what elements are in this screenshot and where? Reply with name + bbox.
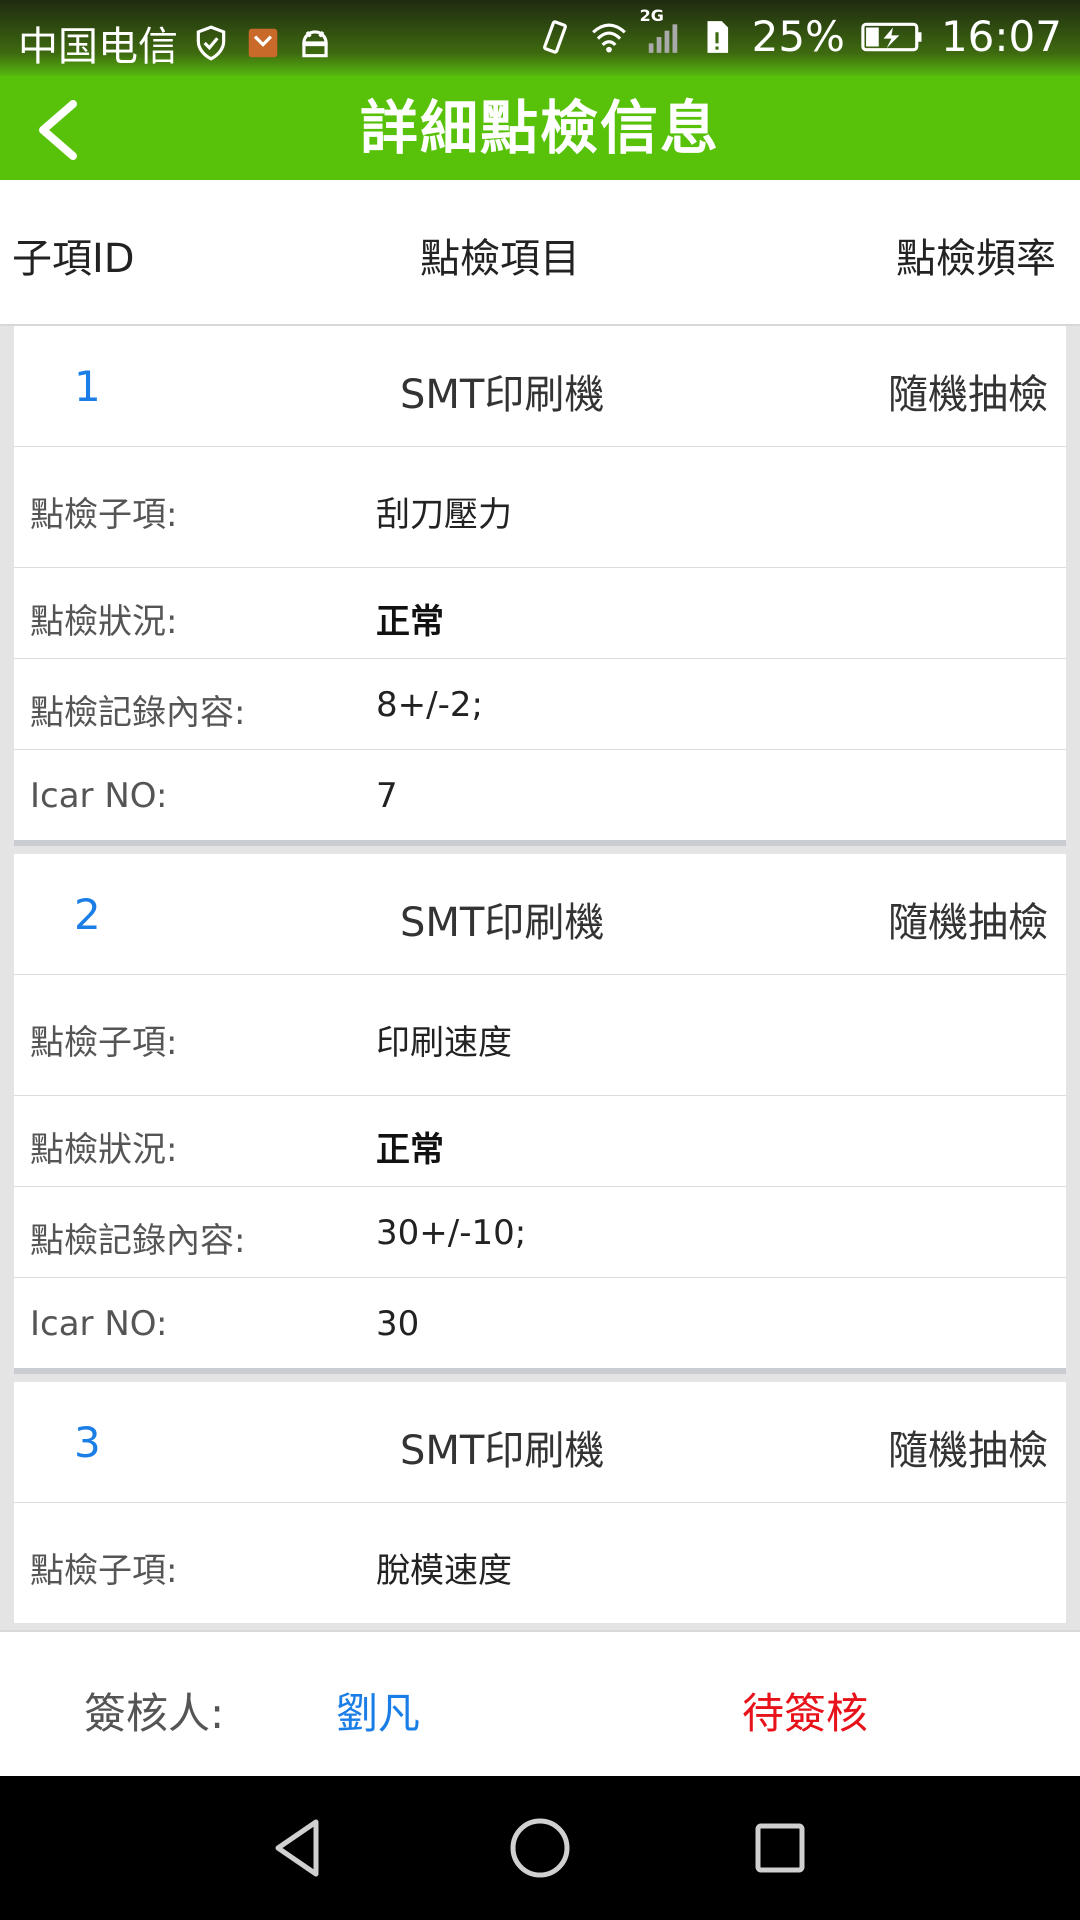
column-header-item: 點檢項目 [420, 236, 580, 282]
chevron-left-icon [35, 100, 81, 160]
signal-icon: 2G [640, 6, 682, 56]
card-divider [14, 1368, 1066, 1374]
record-label: 點檢記錄內容: [30, 1221, 246, 1261]
status-value: 正常 [376, 602, 444, 642]
status-label: 點檢狀況: [30, 602, 178, 642]
sub-item-row: 點檢子項: 刮刀壓力 [14, 447, 1066, 568]
inspection-card[interactable]: 2 SMT印刷機 隨機抽檢 點檢子項: 印刷速度 點檢狀況: 正常 點檢記錄內容… [14, 854, 1066, 1374]
status-row: 點檢狀況: 正常 [14, 1096, 1066, 1187]
sub-item-row: 點檢子項: 印刷速度 [14, 975, 1066, 1096]
record-row: 點檢記錄內容: 30+/-10; [14, 1187, 1066, 1278]
status-clock: 16:07 [940, 12, 1062, 61]
page-title: 詳細點檢信息 [359, 94, 720, 162]
record-id: 3 [74, 1418, 101, 1467]
status-bar: 中国电信 2G 25% 16:07 [0, 0, 1080, 76]
column-header-id: 子項ID [12, 236, 135, 282]
record-value: 8+/-2; [376, 685, 483, 725]
sim-icon [698, 18, 736, 56]
approver-label: 簽核人: [84, 1689, 225, 1738]
square-recent-icon [744, 1812, 816, 1884]
network-badge: 2G [639, 5, 664, 25]
battery-percent: 25% [751, 12, 845, 61]
record-item: SMT印刷機 [400, 900, 605, 946]
column-header: 子項ID 點檢項目 點檢頻率 [0, 180, 1080, 326]
triangle-back-icon [264, 1812, 336, 1884]
app-bar: 詳細點檢信息 [0, 76, 1080, 180]
sub-item-value: 印刷速度 [376, 1023, 512, 1063]
sub-item-value: 刮刀壓力 [376, 495, 512, 535]
icar-row: Icar NO: 30 [14, 1278, 1066, 1368]
record-item: SMT印刷機 [400, 1428, 605, 1474]
record-item: SMT印刷機 [400, 372, 605, 418]
card-header: 1 SMT印刷機 隨機抽檢 [14, 326, 1066, 447]
record-row: 點檢記錄內容: 8+/-2; [14, 659, 1066, 750]
approval-footer: 簽核人: 劉凡 待簽核 [0, 1630, 1080, 1778]
nav-recent-button[interactable] [744, 1812, 816, 1884]
sub-item-label: 點檢子項: [30, 495, 178, 535]
icar-value: 7 [376, 776, 398, 816]
sub-item-row: 點檢子項: 脫模速度 [14, 1503, 1066, 1623]
sub-item-label: 點檢子項: [30, 1551, 178, 1591]
approver-name[interactable]: 劉凡 [336, 1680, 420, 1741]
approval-status[interactable]: 待簽核 [742, 1680, 868, 1741]
status-label: 點檢狀況: [30, 1130, 178, 1170]
battery-charging-icon [861, 18, 925, 56]
icar-label: Icar NO: [30, 776, 168, 816]
column-header-frequency: 點檢頻率 [896, 236, 1056, 282]
status-bar-left: 中国电信 [18, 14, 334, 72]
icar-value: 30 [376, 1304, 420, 1344]
nav-back-button[interactable] [264, 1812, 336, 1884]
card-divider [14, 840, 1066, 846]
status-value: 正常 [376, 1130, 444, 1170]
record-id: 2 [74, 890, 101, 939]
vibrate-icon [536, 18, 574, 56]
back-button[interactable] [18, 90, 98, 170]
inspection-card[interactable]: 1 SMT印刷機 隨機抽檢 點檢子項: 刮刀壓力 點檢狀況: 正常 點檢記錄內容… [14, 326, 1066, 846]
nav-home-button[interactable] [504, 1812, 576, 1884]
card-header: 2 SMT印刷機 隨機抽檢 [14, 854, 1066, 975]
sub-item-label: 點檢子項: [30, 1023, 178, 1063]
wifi-icon [590, 18, 628, 56]
record-frequency: 隨機抽檢 [888, 1428, 1048, 1474]
record-frequency: 隨機抽檢 [888, 372, 1048, 418]
record-label: 點檢記錄內容: [30, 693, 246, 733]
app-notification-icon [244, 24, 282, 62]
inspection-list[interactable]: 1 SMT印刷機 隨機抽檢 點檢子項: 刮刀壓力 點檢狀況: 正常 點檢記錄內容… [0, 326, 1080, 1630]
record-id: 1 [74, 362, 101, 411]
circle-home-icon [504, 1812, 576, 1884]
android-icon [296, 24, 334, 62]
icar-label: Icar NO: [30, 1304, 168, 1344]
record-frequency: 隨機抽檢 [888, 900, 1048, 946]
sub-item-value: 脫模速度 [376, 1551, 512, 1591]
status-bar-right: 2G 25% 16:07 [536, 6, 1062, 61]
status-row: 點檢狀況: 正常 [14, 568, 1066, 659]
icar-row: Icar NO: 7 [14, 750, 1066, 840]
navigation-bar [0, 1776, 1080, 1920]
carrier-name: 中国电信 [18, 24, 178, 70]
inspection-card[interactable]: 3 SMT印刷機 隨機抽檢 點檢子項: 脫模速度 [14, 1382, 1066, 1623]
card-header: 3 SMT印刷機 隨機抽檢 [14, 1382, 1066, 1503]
shield-check-icon [192, 24, 230, 62]
record-value: 30+/-10; [376, 1213, 527, 1253]
